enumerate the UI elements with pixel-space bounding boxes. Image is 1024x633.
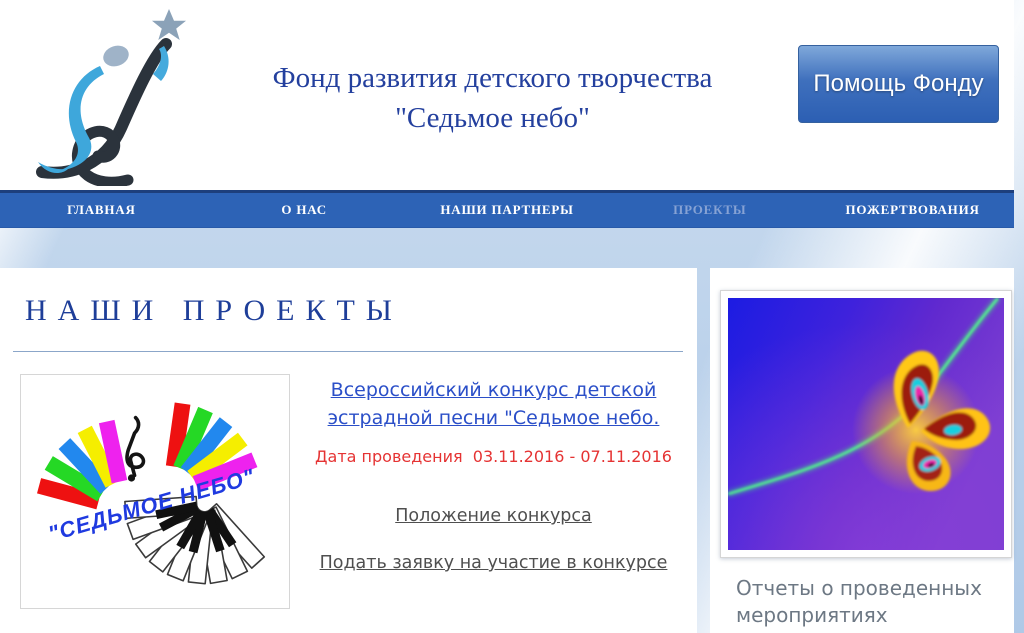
contest-apply-link[interactable]: Подать заявку на участие в конкурсе [296,553,691,573]
nav-item-partners[interactable]: НАШИ ПАРТНЕРЫ [406,202,609,218]
contest-title-link[interactable]: Всероссийский конкурс детской эстрадной … [319,376,669,432]
site-title: Фонд развития детского творчества "Седьм… [205,58,780,138]
fractal-image [720,290,1012,558]
sidebar: Отчеты о проведенных мероприятиях [710,268,1014,633]
rainbow-fan-left [37,420,127,509]
star-icon [152,9,186,40]
treble-clef-icon [127,418,143,482]
nav-item-about[interactable]: О НАС [203,202,406,218]
nav-item-home[interactable]: ГЛАВНАЯ [0,202,203,218]
reports-heading: Отчеты о проведенных мероприятиях [736,575,1011,629]
main-nav: ГЛАВНАЯ О НАС НАШИ ПАРТНЕРЫ ПРОЕКТЫ ПОЖЕ… [0,190,1014,228]
divider [13,351,683,352]
help-fund-button[interactable]: Помощь Фонду [798,45,999,123]
project-info: Всероссийский конкурс детской эстрадной … [290,374,697,609]
contest-logo-image: "СЕДЬМОЕ НЕБО" [20,374,290,609]
site-header: Фонд развития детского творчества "Седьм… [0,0,1014,190]
main-content: НАШИ ПРОЕКТЫ [0,268,697,633]
nav-item-donations[interactable]: ПОЖЕРТВОВАНИЯ [811,202,1014,218]
content-area: НАШИ ПРОЕКТЫ [0,268,1014,633]
page: Фонд развития детского творчества "Седьм… [0,0,1014,633]
site-title-line2: "Седьмое небо" [395,102,590,134]
project-item: "СЕДЬМОЕ НЕБО" Всероссийский конкурс дет… [20,374,697,609]
page-title: НАШИ ПРОЕКТЫ [25,294,697,328]
fund-logo-icon [16,4,196,186]
site-title-line1: Фонд развития детского творчества [273,62,713,94]
contest-rules-link[interactable]: Положение конкурса [296,506,691,526]
background-band [0,228,1014,268]
contest-date: Дата проведения 03.11.2016 - 07.11.2016 [296,447,691,466]
nav-item-projects[interactable]: ПРОЕКТЫ [608,202,811,218]
